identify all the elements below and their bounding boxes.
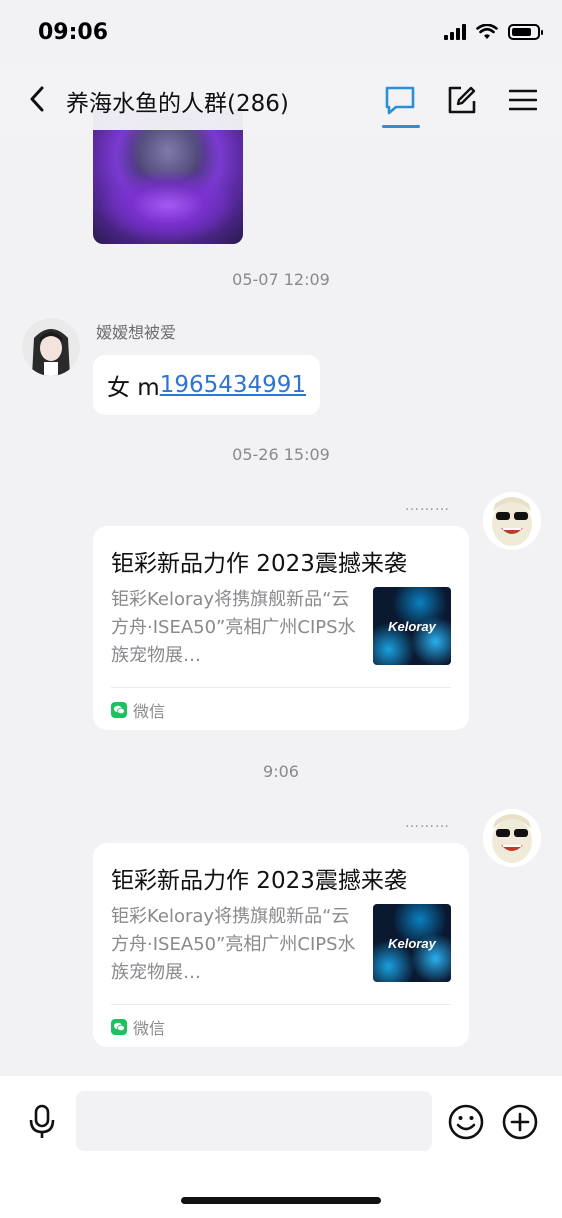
wechat-icon bbox=[111, 1019, 127, 1035]
card-title: 钜彩新品力作 2023震撼来袭 bbox=[111, 868, 407, 894]
chat-title: 养海水鱼的人群(286) bbox=[66, 91, 289, 117]
active-tab-indicator bbox=[382, 125, 420, 128]
mic-icon bbox=[29, 1104, 55, 1138]
chat-icon bbox=[385, 86, 415, 115]
edit-button[interactable] bbox=[444, 82, 480, 118]
image-message[interactable] bbox=[93, 110, 243, 244]
navigation-bar: 养海水鱼的人群(286) bbox=[0, 70, 562, 130]
signal-icon bbox=[444, 24, 466, 40]
home-indicator[interactable] bbox=[181, 1197, 381, 1204]
card-description: 钜彩Keloray将携旗舰新品“云方舟·ISEA50”亮相广州CIPS水族宠物展… bbox=[111, 906, 356, 983]
divider bbox=[111, 1004, 451, 1005]
message-input[interactable] bbox=[76, 1091, 432, 1151]
status-bar: 09:06 bbox=[0, 0, 562, 70]
text-message-bubble[interactable]: 女 m 1965434991 bbox=[93, 355, 321, 415]
divider bbox=[111, 687, 451, 688]
status-icons bbox=[444, 24, 543, 40]
back-button[interactable] bbox=[24, 84, 50, 114]
message-list[interactable]: 05-07 12:09 嫒嫒想被爱 女 m 1965434991 05-26 15… bbox=[0, 0, 562, 1076]
phone-link[interactable]: 1965434991 bbox=[160, 372, 306, 398]
menu-button[interactable] bbox=[505, 82, 541, 118]
status-time: 09:06 bbox=[38, 20, 109, 45]
more-button[interactable] bbox=[501, 1103, 539, 1141]
emoji-icon bbox=[448, 1104, 484, 1140]
card-source: 微信 bbox=[111, 1015, 165, 1039]
thumbnail-logo-text: Keloray bbox=[388, 935, 436, 951]
wifi-icon bbox=[476, 24, 498, 39]
menu-icon bbox=[509, 89, 537, 111]
chat-tab-button[interactable] bbox=[382, 82, 418, 118]
input-bar bbox=[0, 1076, 562, 1218]
plus-icon bbox=[502, 1104, 538, 1140]
sending-indicator: ……… bbox=[405, 498, 450, 514]
emoji-button[interactable] bbox=[447, 1103, 485, 1141]
timestamp: 05-26 15:09 bbox=[232, 445, 330, 464]
message-text: 女 m bbox=[107, 375, 160, 401]
source-label: 微信 bbox=[133, 702, 166, 721]
avatar[interactable] bbox=[22, 318, 80, 376]
thumbnail-logo-text: Keloray bbox=[388, 618, 436, 634]
sender-name: 嫒嫒想被爱 bbox=[96, 323, 177, 342]
link-card[interactable]: 钜彩新品力作 2023震撼来袭 钜彩Keloray将携旗舰新品“云方舟·ISEA… bbox=[93, 843, 469, 1047]
card-source: 微信 bbox=[111, 698, 165, 722]
sending-indicator: ……… bbox=[405, 815, 450, 831]
source-label: 微信 bbox=[133, 1019, 166, 1038]
timestamp: 05-07 12:09 bbox=[232, 270, 330, 289]
link-card[interactable]: 钜彩新品力作 2023震撼来袭 钜彩Keloray将携旗舰新品“云方舟·ISEA… bbox=[93, 526, 469, 730]
card-title: 钜彩新品力作 2023震撼来袭 bbox=[111, 551, 407, 577]
wechat-icon bbox=[111, 702, 127, 718]
avatar[interactable] bbox=[483, 492, 541, 550]
card-thumbnail: Keloray bbox=[373, 904, 451, 982]
avatar[interactable] bbox=[483, 809, 541, 867]
edit-icon bbox=[448, 86, 476, 114]
card-thumbnail: Keloray bbox=[373, 587, 451, 665]
card-description: 钜彩Keloray将携旗舰新品“云方舟·ISEA50”亮相广州CIPS水族宠物展… bbox=[111, 589, 356, 666]
timestamp: 9:06 bbox=[263, 762, 299, 781]
voice-button[interactable] bbox=[24, 1102, 60, 1142]
battery-icon bbox=[508, 24, 543, 40]
back-icon bbox=[30, 86, 44, 112]
